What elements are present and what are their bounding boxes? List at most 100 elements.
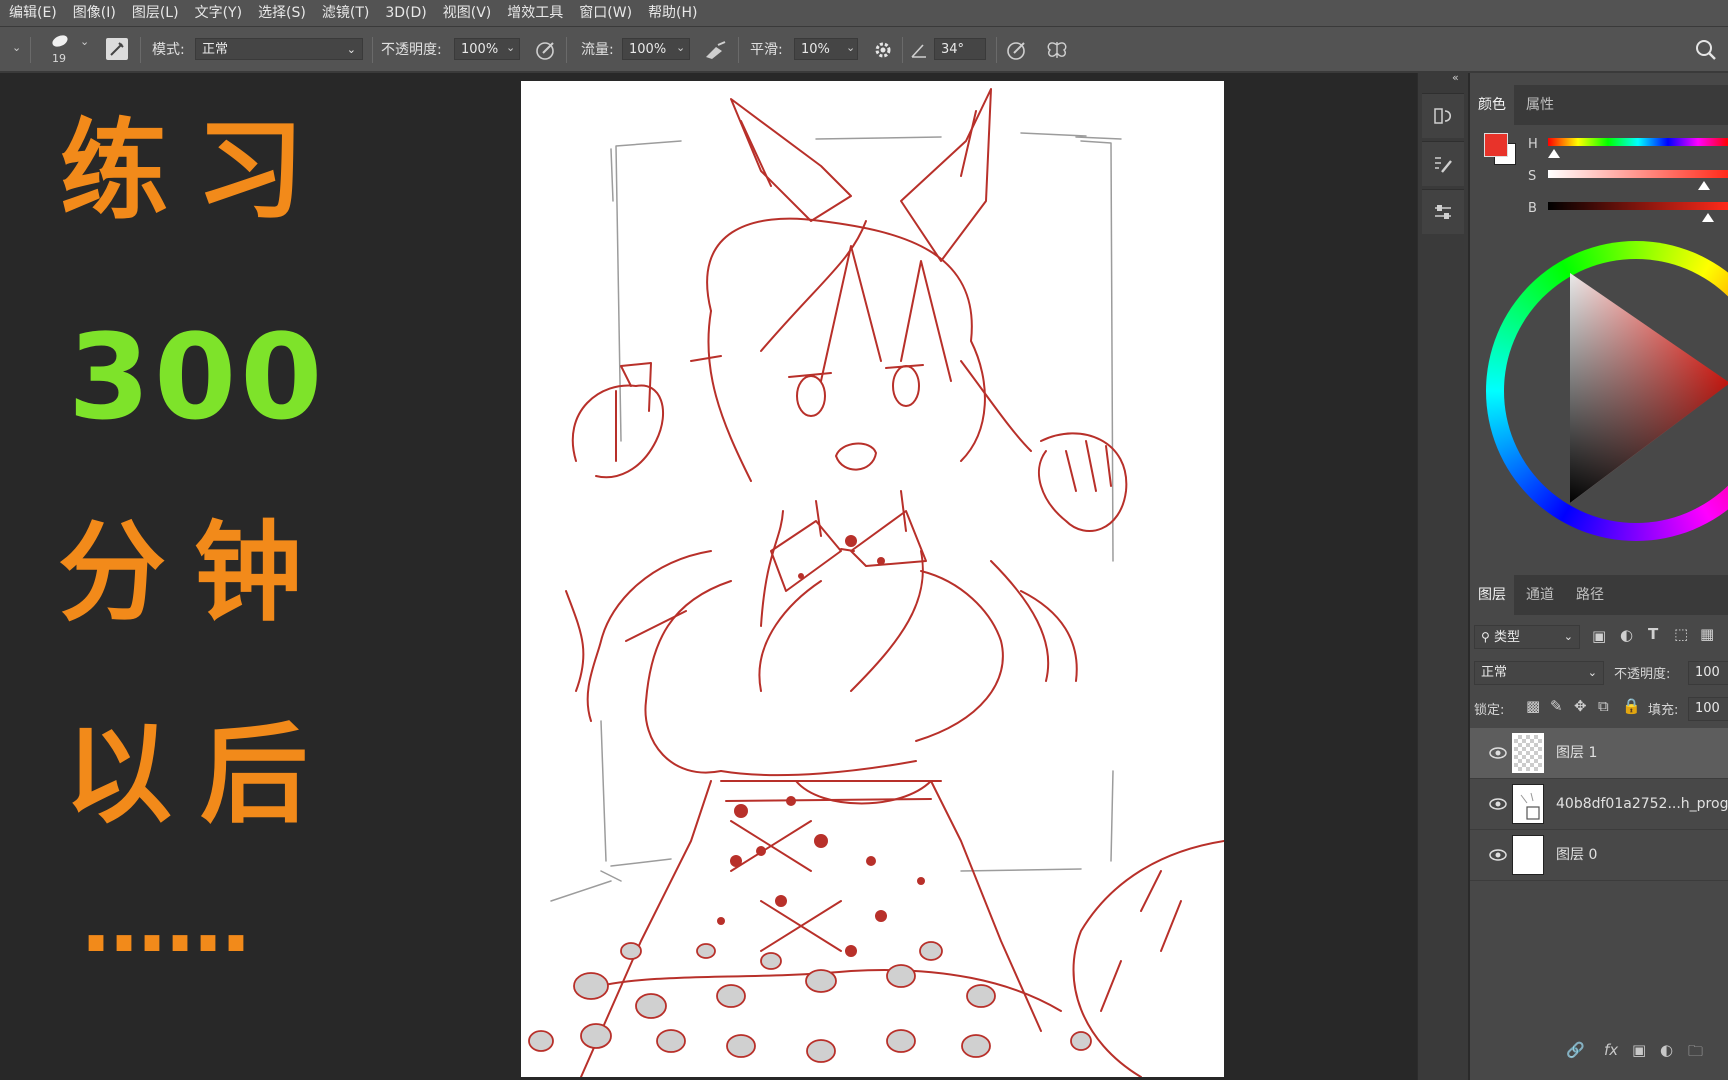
layers-panel-footer: 🔗 fx ▣ ◐ 🗀 bbox=[1470, 1033, 1728, 1073]
sketch-drawing bbox=[528, 88, 1224, 1077]
smart-object-badge-icon bbox=[1520, 792, 1540, 820]
pressure-size-toggle[interactable] bbox=[1005, 38, 1029, 62]
smoothing-options-button[interactable] bbox=[872, 39, 894, 61]
hue-slider-handle[interactable] bbox=[1548, 149, 1560, 158]
eye-icon[interactable] bbox=[1488, 795, 1508, 813]
saturation-slider-handle[interactable] bbox=[1698, 181, 1710, 190]
overlay-line-2: 300 bbox=[68, 308, 327, 446]
filter-adjustment-icon[interactable]: ◐ bbox=[1620, 626, 1633, 644]
tab-layers[interactable]: 图层 bbox=[1470, 575, 1514, 615]
eye-icon[interactable] bbox=[1488, 846, 1508, 864]
tab-channels[interactable]: 通道 bbox=[1518, 575, 1562, 615]
menu-layer[interactable]: 图层(L) bbox=[123, 0, 186, 26]
layer-name[interactable]: 图层 0 bbox=[1556, 830, 1597, 880]
pressure-opacity-toggle[interactable] bbox=[534, 38, 558, 62]
eye-icon[interactable] bbox=[1488, 744, 1508, 762]
tab-color[interactable]: 颜色 bbox=[1470, 85, 1514, 125]
saturation-slider[interactable] bbox=[1548, 170, 1728, 178]
hue-label: H bbox=[1528, 137, 1538, 152]
flow-label: 流量: bbox=[581, 42, 614, 58]
layer-fill-input[interactable]: 100 bbox=[1688, 697, 1728, 721]
lock-transparent-icon[interactable]: ▩ bbox=[1526, 697, 1540, 715]
adjustment-layer-icon[interactable]: ◐ bbox=[1660, 1041, 1673, 1059]
lock-position-icon[interactable]: ✥ bbox=[1574, 697, 1587, 715]
menu-filter[interactable]: 滤镜(T) bbox=[313, 0, 376, 26]
layer-row[interactable]: 40b8df01a2752...h_progress bbox=[1470, 779, 1728, 830]
smoothing-label: 平滑: bbox=[750, 42, 783, 58]
brush-angle-value: 34° bbox=[941, 42, 965, 57]
overlay-line-5: …… bbox=[82, 873, 250, 971]
filter-search-icon: ⚲ bbox=[1481, 630, 1490, 644]
tab-properties[interactable]: 属性 bbox=[1518, 85, 1562, 125]
brush-settings-strip-button[interactable] bbox=[1422, 141, 1464, 186]
gear-icon bbox=[875, 42, 891, 58]
color-triangle[interactable] bbox=[1570, 273, 1728, 513]
filter-shape-icon[interactable]: ⬚ bbox=[1674, 625, 1688, 643]
menu-window[interactable]: 窗口(W) bbox=[570, 0, 639, 26]
chevron-down-icon: ⌄ bbox=[346, 43, 356, 56]
history-icon bbox=[1434, 108, 1452, 124]
menu-bar: 编辑(E) 图像(I) 图层(L) 文字(Y) 选择(S) 滤镜(T) 3D(D… bbox=[0, 0, 1728, 27]
layer-row[interactable]: 图层 0 bbox=[1470, 830, 1728, 881]
brush-list-icon bbox=[1435, 157, 1452, 173]
lock-label: 锁定: bbox=[1474, 703, 1505, 718]
layer-blend-mode-select[interactable]: 正常 ⌄ bbox=[1474, 661, 1604, 685]
layer-style-fx-button[interactable]: fx bbox=[1604, 1041, 1618, 1059]
menu-image[interactable]: 图像(I) bbox=[64, 0, 123, 26]
smoothing-chevron-icon[interactable]: ⌄ bbox=[846, 41, 855, 54]
menu-3d[interactable]: 3D(D) bbox=[376, 0, 433, 26]
foreground-color-swatch[interactable] bbox=[1484, 133, 1508, 157]
menu-edit[interactable]: 编辑(E) bbox=[0, 0, 64, 26]
history-panel-button[interactable] bbox=[1422, 93, 1464, 138]
menu-help[interactable]: 帮助(H) bbox=[639, 0, 704, 26]
flow-chevron-icon[interactable]: ⌄ bbox=[676, 41, 685, 54]
layer-opacity-input[interactable]: 100 bbox=[1688, 661, 1728, 685]
layers-panel-tabs: 图层 通道 路径 bbox=[1470, 575, 1728, 615]
layer-row-selected[interactable]: 图层 1 bbox=[1470, 728, 1728, 779]
lock-all-icon[interactable]: 🔒 bbox=[1622, 697, 1641, 715]
color-panel-tabs: 颜色 属性 bbox=[1470, 85, 1728, 125]
brightness-slider[interactable] bbox=[1548, 202, 1728, 210]
menu-type[interactable]: 文字(Y) bbox=[186, 0, 249, 26]
tool-preset-chevron-icon[interactable]: ⌄ bbox=[12, 41, 21, 54]
angle-icon bbox=[910, 41, 928, 59]
pen-pressure-icon bbox=[536, 42, 554, 60]
tab-paths[interactable]: 路径 bbox=[1568, 575, 1612, 615]
chevron-down-icon: ⌄ bbox=[1563, 630, 1573, 643]
layer-thumbnail bbox=[1512, 733, 1544, 773]
airbrush-icon bbox=[706, 41, 726, 59]
link-layers-icon[interactable]: 🔗 bbox=[1566, 1041, 1585, 1059]
lock-paint-icon[interactable]: ✎ bbox=[1550, 697, 1563, 715]
symmetry-button[interactable] bbox=[1044, 38, 1070, 62]
brush-preset-chevron-icon: ⌄ bbox=[80, 35, 90, 48]
new-group-folder-icon[interactable]: 🗀 bbox=[1688, 1041, 1703, 1066]
adjustments-strip-button[interactable] bbox=[1422, 189, 1464, 234]
brush-preset-picker[interactable]: 19 ⌄ bbox=[46, 31, 94, 67]
opacity-chevron-icon[interactable]: ⌄ bbox=[506, 41, 515, 54]
saturation-label: S bbox=[1528, 169, 1537, 184]
brightness-label: B bbox=[1528, 201, 1537, 216]
menu-view[interactable]: 视图(V) bbox=[434, 0, 499, 26]
lock-artboard-icon[interactable]: ⧉ bbox=[1598, 697, 1609, 715]
brush-settings-panel-button[interactable] bbox=[106, 38, 128, 60]
filter-text-icon[interactable]: T bbox=[1648, 625, 1658, 643]
filter-smart-object-icon[interactable]: ▦ bbox=[1700, 625, 1714, 643]
layer-name[interactable]: 40b8df01a2752...h_progress bbox=[1556, 779, 1728, 829]
brightness-slider-handle[interactable] bbox=[1702, 213, 1714, 222]
filter-pixel-icon[interactable]: ▣ bbox=[1592, 627, 1606, 645]
document-canvas[interactable] bbox=[521, 81, 1224, 1077]
layer-name[interactable]: 图层 1 bbox=[1556, 728, 1597, 778]
airbrush-toggle[interactable] bbox=[703, 38, 729, 62]
add-mask-icon[interactable]: ▣ bbox=[1632, 1041, 1646, 1059]
sliders-icon bbox=[1435, 205, 1451, 219]
menu-plugins[interactable]: 增效工具 bbox=[498, 0, 570, 26]
hue-slider[interactable] bbox=[1548, 138, 1728, 146]
menu-select[interactable]: 选择(S) bbox=[249, 0, 313, 26]
layer-filter-select[interactable]: ⚲ 类型 ⌄ bbox=[1474, 625, 1580, 649]
search-button[interactable] bbox=[1694, 38, 1718, 62]
collapse-panels-icon[interactable]: « bbox=[1452, 71, 1459, 84]
mode-select[interactable]: 正常 ⌄ bbox=[195, 38, 363, 60]
brush-angle-input[interactable]: 34° bbox=[934, 38, 986, 60]
layer-thumbnail bbox=[1512, 784, 1544, 824]
options-bar: ⌄ 19 ⌄ 模式: 正常 ⌄ 不透明度: 100% ⌄ 流量: 100% ⌄ … bbox=[0, 27, 1728, 73]
